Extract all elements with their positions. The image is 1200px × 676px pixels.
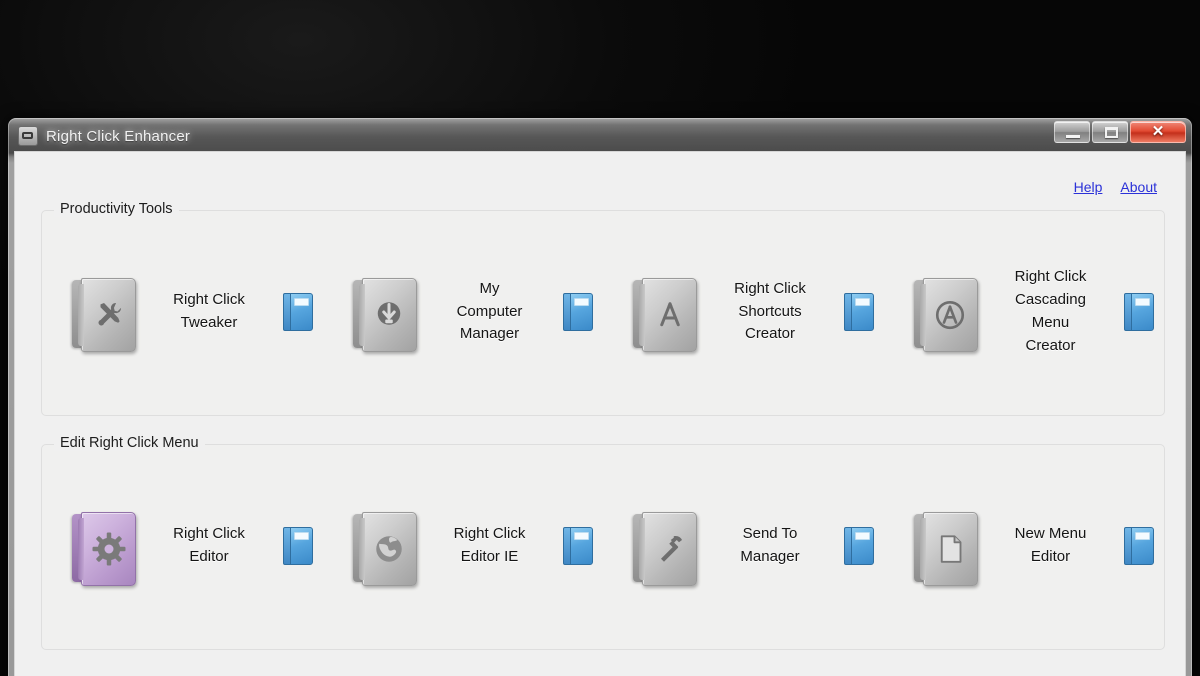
tool-icon-button[interactable]: [66, 272, 138, 352]
tool-label: My Computer Manager: [456, 279, 523, 343]
tool-label: Right Click Cascading Menu Creator: [1014, 268, 1087, 354]
book-label: [574, 298, 589, 306]
folder-shape: [913, 278, 978, 352]
tool-item[interactable]: My Computer Manager: [323, 237, 604, 387]
globe-icon: [362, 512, 417, 586]
minimize-button[interactable]: [1054, 121, 1090, 143]
tool-icon-button[interactable]: [627, 272, 699, 352]
maximize-icon: [1105, 127, 1118, 138]
tool-item[interactable]: Send To Manager: [603, 471, 884, 621]
tool-item[interactable]: Right Click Editor: [42, 471, 323, 621]
tool-label: New Menu Editor: [1014, 525, 1087, 565]
app-store-a-icon: [642, 278, 697, 352]
group-productivity-tools: Productivity Tools Right Click Tweaker My C…: [41, 201, 1165, 416]
tool-icon-button[interactable]: [627, 506, 699, 586]
application-window: Right Click Enhancer ✕ Help About Produc…: [8, 118, 1192, 676]
manual-book-icon[interactable]: [1124, 293, 1154, 331]
tool-icon-button[interactable]: [66, 506, 138, 586]
tool-item[interactable]: Right Click Shortcuts Creator: [603, 237, 884, 387]
tool-row: Right Click Tweaker My Computer Manager Right…: [42, 237, 1164, 387]
tool-label: Right Click Editor: [173, 525, 245, 565]
folder-shape: [72, 278, 136, 352]
tool-icon-button[interactable]: [347, 272, 419, 352]
tool-row: Right Click Editor Right Click Editor IE Sen…: [42, 471, 1164, 621]
tool-label: Right Click Tweaker: [173, 291, 245, 331]
help-link[interactable]: Help: [1074, 179, 1103, 195]
group-title: Productivity Tools: [54, 201, 179, 217]
book-label: [1135, 532, 1150, 540]
close-icon: ✕: [1151, 123, 1165, 140]
tool-item[interactable]: Right Click Editor IE: [323, 471, 604, 621]
app-window-icon: [18, 126, 38, 146]
book-label: [1135, 298, 1150, 306]
tool-icon-button[interactable]: [347, 506, 419, 586]
maximize-button[interactable]: [1092, 121, 1128, 143]
download-arrow-icon: [362, 278, 417, 352]
hammer-icon: [642, 512, 697, 586]
manual-book-icon[interactable]: [563, 293, 593, 331]
manual-book-icon[interactable]: [843, 293, 874, 331]
header-links: Help About: [1074, 179, 1157, 195]
tool-label: Send To Manager: [740, 525, 800, 565]
tool-item[interactable]: New Menu Editor: [884, 471, 1165, 621]
desktop-background: Right Click Enhancer ✕ Help About Produc…: [0, 0, 1200, 676]
book-label: [293, 532, 309, 540]
manual-book-icon[interactable]: [843, 527, 874, 565]
manual-book-icon[interactable]: [1124, 527, 1154, 565]
about-link[interactable]: About: [1120, 179, 1157, 195]
book-label: [293, 298, 309, 306]
folder-shape: [352, 512, 417, 586]
folder-shape: [913, 512, 978, 586]
window-controls: ✕: [1052, 121, 1186, 143]
tool-icon-button[interactable]: [908, 506, 980, 586]
manual-book-icon[interactable]: [282, 527, 313, 565]
book-label: [574, 532, 589, 540]
app-store-circle-a-icon: [923, 278, 978, 352]
document-icon: [923, 512, 978, 586]
tool-item[interactable]: Right Click Cascading Menu Creator: [884, 237, 1165, 387]
folder-shape: [633, 278, 697, 352]
manual-book-icon[interactable]: [563, 527, 593, 565]
folder-shape: [72, 512, 136, 586]
tools-wrench-screwdriver-icon: [81, 278, 136, 352]
group-edit-right-click-menu: Edit Right Click Menu Right Click Editor R…: [41, 435, 1165, 650]
tool-label: Right Click Shortcuts Creator: [734, 279, 806, 343]
book-label: [854, 298, 870, 306]
close-button[interactable]: ✕: [1130, 121, 1186, 143]
title-bar[interactable]: Right Click Enhancer ✕: [8, 118, 1192, 154]
book-label: [854, 532, 870, 540]
tool-icon-button[interactable]: [908, 272, 980, 352]
tool-label: Right Click Editor IE: [453, 525, 526, 565]
tool-item[interactable]: Right Click Tweaker: [42, 237, 323, 387]
client-area: Help About Productivity Tools Right Clic…: [14, 151, 1186, 676]
folder-shape: [352, 278, 417, 352]
manual-book-icon[interactable]: [282, 293, 313, 331]
folder-shape: [633, 512, 697, 586]
window-title: Right Click Enhancer: [46, 127, 191, 145]
group-title: Edit Right Click Menu: [54, 435, 205, 451]
gear-icon: [81, 512, 136, 586]
minimize-icon: [1066, 135, 1080, 138]
